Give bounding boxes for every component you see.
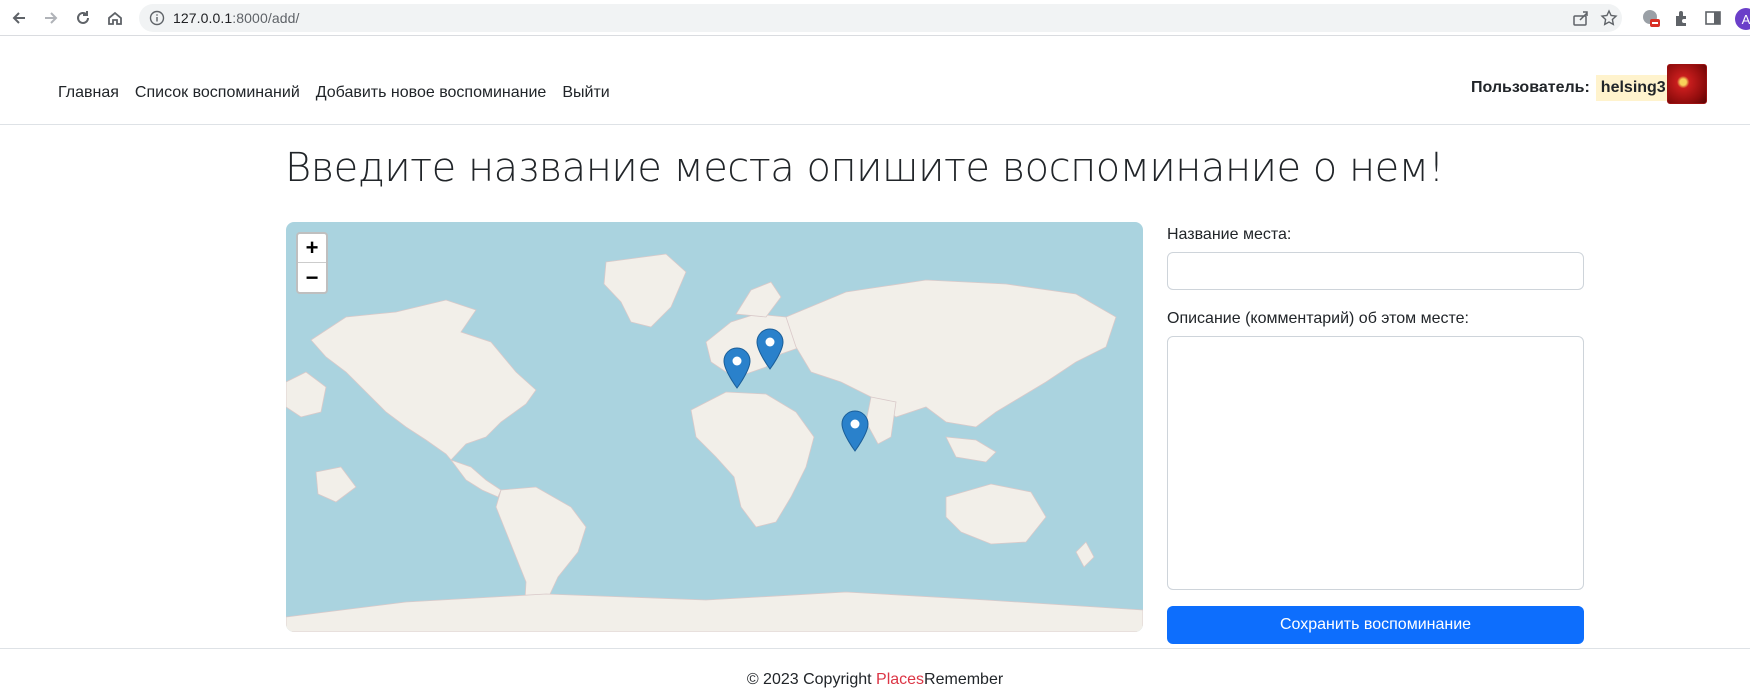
description-label: Описание (комментарий) об этом месте: xyxy=(1167,310,1469,327)
reload-icon[interactable] xyxy=(72,7,94,29)
nav-memories-list-link[interactable]: Список воспоминаний xyxy=(135,84,300,102)
nav-logout-link[interactable]: Выйти xyxy=(562,84,609,102)
main-nav: Главная Список воспоминаний Добавить нов… xyxy=(58,84,610,102)
copyright-text: © 2023 Copyright PlacesRemember xyxy=(746,671,1004,688)
site-header: Главная Список воспоминаний Добавить нов… xyxy=(0,37,1750,125)
user-label: Пользователь: xyxy=(1471,79,1590,96)
save-memory-button[interactable]: Сохранить воспоминание xyxy=(1167,606,1584,644)
world-map[interactable]: + − xyxy=(286,222,1143,632)
place-name-label: Название места: xyxy=(1167,226,1292,243)
share-icon[interactable] xyxy=(1572,9,1590,27)
user-avatar xyxy=(1667,64,1707,104)
map-tiles xyxy=(286,253,1143,632)
address-bar[interactable]: 127.0.0.1:8000/add/ xyxy=(139,4,1622,32)
zoom-in-button[interactable]: + xyxy=(298,234,326,263)
home-icon[interactable] xyxy=(104,7,126,29)
puzzle-extensions-icon[interactable] xyxy=(1672,8,1692,28)
page-title: Введите название места опишите воспомина… xyxy=(285,145,1444,191)
site-info-icon[interactable] xyxy=(149,10,165,26)
place-name-input[interactable] xyxy=(1167,252,1584,290)
profile-avatar[interactable]: A xyxy=(1735,8,1750,30)
bookmark-star-icon[interactable] xyxy=(1600,9,1618,27)
map-marker-icon[interactable] xyxy=(841,410,869,452)
map-marker-icon[interactable] xyxy=(723,347,751,389)
url-text: 127.0.0.1:8000/add/ xyxy=(173,10,300,26)
map-zoom-control: + − xyxy=(296,232,328,294)
nav-add-memory-link[interactable]: Добавить новое воспоминание xyxy=(316,84,547,102)
memory-form: Название места: Описание (комментарий) о… xyxy=(1167,222,1584,644)
browser-toolbar: 127.0.0.1:8000/add/ A xyxy=(0,0,1750,36)
zoom-out-button[interactable]: − xyxy=(298,263,326,292)
forward-icon[interactable] xyxy=(40,7,62,29)
back-icon[interactable] xyxy=(8,7,30,29)
footer: © 2023 Copyright PlacesRemember xyxy=(0,648,1750,700)
user-info: Пользователь: helsing3 xyxy=(1471,75,1671,101)
nav-home-link[interactable]: Главная xyxy=(58,84,119,102)
map-marker-icon[interactable] xyxy=(756,328,784,370)
side-panel-icon[interactable] xyxy=(1703,8,1723,28)
brand-remember: Remember xyxy=(924,671,1004,688)
brand-places: Places xyxy=(876,671,925,688)
description-textarea[interactable] xyxy=(1167,336,1584,590)
username-badge: helsing3 xyxy=(1595,75,1671,101)
extension-icon[interactable] xyxy=(1641,8,1661,28)
